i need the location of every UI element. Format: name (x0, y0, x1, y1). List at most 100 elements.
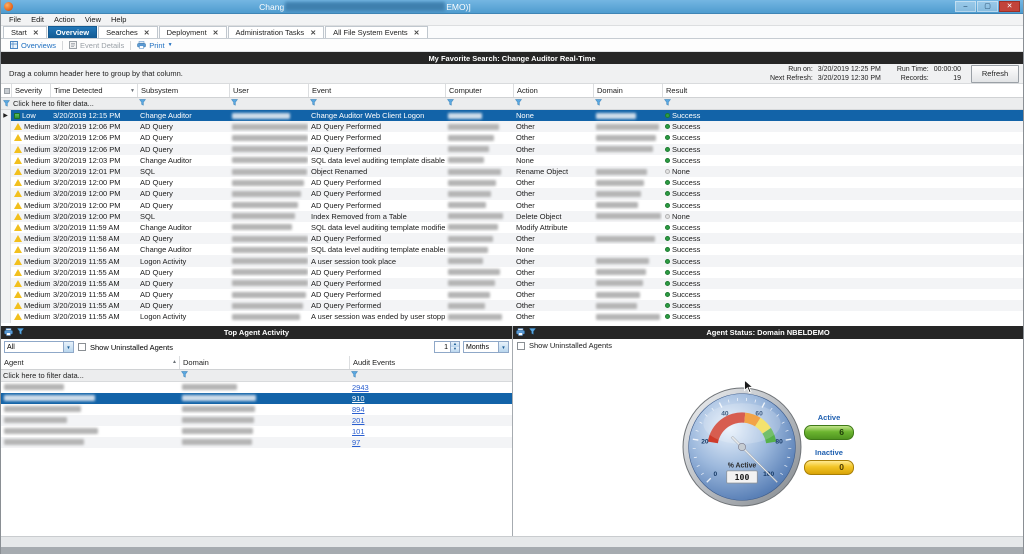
agent-row[interactable]: 2943 (1, 382, 512, 393)
event-row[interactable]: Medium3/20/2019 12:00 PMAD QueryAD Query… (1, 188, 1023, 199)
tab-deployment[interactable]: Deployment✕ (159, 26, 227, 38)
event-row[interactable]: Medium3/20/2019 11:55 AMAD QueryAD Query… (1, 289, 1023, 300)
event-row[interactable]: Medium3/20/2019 11:59 AMChange AuditorSQ… (1, 222, 1023, 233)
filter-row-prompt[interactable]: Click here to filter data... (11, 98, 137, 109)
event-row[interactable]: Medium3/20/2019 12:00 PMAD QueryAD Query… (1, 177, 1023, 188)
event-row[interactable]: Medium3/20/2019 12:03 PMChange AuditorSQ… (1, 155, 1023, 166)
column-filter-cell[interactable] (513, 98, 593, 109)
tab-close-icon[interactable]: ✕ (414, 29, 420, 37)
menu-item-edit[interactable]: Edit (26, 15, 49, 24)
event-details-button[interactable]: Event Details (63, 39, 130, 51)
column-header-result[interactable]: Result (662, 84, 1023, 97)
refresh-button[interactable]: Refresh (971, 65, 1019, 83)
event-grid-filter-row[interactable]: Click here to filter data... (1, 98, 1023, 110)
tab-all-file-system-events[interactable]: All File System Events✕ (325, 26, 427, 38)
menu-item-help[interactable]: Help (106, 15, 131, 24)
select-all-header[interactable] (1, 84, 11, 97)
agent-row[interactable]: 101 (1, 426, 512, 437)
agent-row[interactable]: 201 (1, 415, 512, 426)
agent-row[interactable]: 894 (1, 404, 512, 415)
column-header-time-detected[interactable]: Time Detected▼ (50, 84, 137, 97)
column-header-event[interactable]: Event (308, 84, 445, 97)
event-row[interactable]: Medium3/20/2019 11:58 AMAD QueryAD Query… (1, 233, 1023, 244)
filter-funnel-icon[interactable] (17, 328, 24, 337)
cell-subsystem: AD Query (137, 144, 229, 155)
column-filter-cell[interactable] (349, 370, 512, 381)
chevron-down-icon[interactable]: ▼ (498, 342, 508, 352)
show-uninstalled-checkbox[interactable] (78, 343, 86, 351)
filter-funnel-icon[interactable] (529, 328, 536, 337)
event-row[interactable]: Medium3/20/2019 11:55 AMAD QueryAD Query… (1, 267, 1023, 278)
agent-row[interactable]: 97 (1, 437, 512, 448)
column-header-severity[interactable]: Severity (11, 84, 50, 97)
period-value-stepper[interactable]: 1 ▲ ▼ (434, 341, 460, 353)
tab-close-icon[interactable]: ✕ (310, 29, 316, 37)
column-filter-cell[interactable] (593, 98, 662, 109)
period-unit-select[interactable]: Months ▼ (463, 341, 509, 353)
audit-events-link[interactable]: 97 (352, 438, 360, 447)
column-header-agent[interactable]: Agent▲ (1, 356, 179, 369)
audit-events-link[interactable]: 910 (352, 394, 365, 403)
column-header-subsystem[interactable]: Subsystem (137, 84, 229, 97)
event-row[interactable]: Medium3/20/2019 12:06 PMAD QueryAD Query… (1, 132, 1023, 143)
column-header-user[interactable]: User (229, 84, 308, 97)
event-row[interactable]: Medium3/20/2019 11:55 AMAD QueryAD Query… (1, 278, 1023, 289)
print-icon[interactable] (516, 328, 525, 338)
audit-events-link[interactable]: 201 (352, 416, 365, 425)
column-header-computer[interactable]: Computer (445, 84, 513, 97)
column-filter-cell[interactable] (179, 370, 349, 381)
print-icon[interactable] (4, 328, 13, 338)
agent-row[interactable]: 910 (1, 393, 512, 404)
event-row[interactable]: Medium3/20/2019 11:55 AMLogon ActivityA … (1, 255, 1023, 266)
audit-events-link[interactable]: 2943 (352, 383, 369, 392)
event-row[interactable]: Medium3/20/2019 11:56 AMChange AuditorSQ… (1, 244, 1023, 255)
column-header-domain[interactable]: Domain (179, 356, 349, 369)
overviews-button[interactable]: Overviews (4, 39, 62, 51)
event-row[interactable]: Medium3/20/2019 12:00 PMAD QueryAD Query… (1, 200, 1023, 211)
inactive-count-button[interactable]: 0 (804, 460, 854, 475)
menu-item-action[interactable]: Action (49, 15, 80, 24)
event-row[interactable]: Medium3/20/2019 12:06 PMAD QueryAD Query… (1, 121, 1023, 132)
filter-funnel-icon (447, 99, 454, 108)
event-row[interactable]: Medium3/20/2019 11:55 AMLogon ActivityA … (1, 311, 1023, 322)
column-header-action[interactable]: Action (513, 84, 593, 97)
menu-item-file[interactable]: File (4, 15, 26, 24)
tab-close-icon[interactable]: ✕ (144, 29, 150, 37)
event-row[interactable]: Medium3/20/2019 12:01 PMSQLObject Rename… (1, 166, 1023, 177)
event-row[interactable]: Medium3/20/2019 12:06 PMAD QueryAD Query… (1, 144, 1023, 155)
maximize-button[interactable]: ▢ (977, 1, 998, 12)
event-row[interactable]: Medium3/20/2019 12:00 PMSQLIndex Removed… (1, 211, 1023, 222)
column-header-audit-events[interactable]: Audit Events (349, 356, 512, 369)
filter-row-prompt[interactable]: Click here to filter data... (1, 370, 179, 381)
chevron-down-icon[interactable]: ▼ (63, 342, 73, 352)
tab-overview[interactable]: Overview (48, 26, 97, 38)
minimize-button[interactable]: – (955, 1, 976, 12)
tab-close-icon[interactable]: ✕ (33, 29, 39, 37)
tab-administration-tasks[interactable]: Administration Tasks✕ (228, 26, 325, 38)
column-filter-cell[interactable] (229, 98, 308, 109)
tab-searches[interactable]: Searches✕ (98, 26, 158, 38)
filter-funnel-icon (515, 99, 522, 108)
active-count-button[interactable]: 6 (804, 425, 854, 440)
column-filter-cell[interactable] (137, 98, 229, 109)
row-indicator (1, 222, 11, 233)
tab-start[interactable]: Start✕ (3, 26, 47, 38)
agent-scope-select[interactable]: All ▼ (4, 341, 74, 353)
agent-grid-filter-row[interactable]: Click here to filter data... (1, 370, 512, 382)
column-filter-cell[interactable] (445, 98, 513, 109)
audit-events-link[interactable]: 894 (352, 405, 365, 414)
show-uninstalled-checkbox[interactable] (517, 342, 525, 350)
close-button[interactable]: ✕ (999, 1, 1020, 12)
event-row[interactable]: Medium3/20/2019 11:55 AMAD QueryAD Query… (1, 300, 1023, 311)
event-row[interactable]: ▶Low3/20/2019 12:15 PMChange AuditorChan… (1, 110, 1023, 121)
tab-close-icon[interactable]: ✕ (213, 29, 219, 37)
severity-text: Medium (24, 245, 50, 254)
spin-down-icon[interactable]: ▼ (451, 347, 459, 352)
audit-events-link[interactable]: 101 (352, 427, 365, 436)
column-filter-cell[interactable] (662, 98, 1023, 109)
column-header-domain[interactable]: Domain (593, 84, 662, 97)
print-button[interactable]: Print▼ (131, 39, 178, 51)
redacted-domain (596, 280, 643, 286)
column-filter-cell[interactable] (308, 98, 445, 109)
menu-item-view[interactable]: View (80, 15, 106, 24)
